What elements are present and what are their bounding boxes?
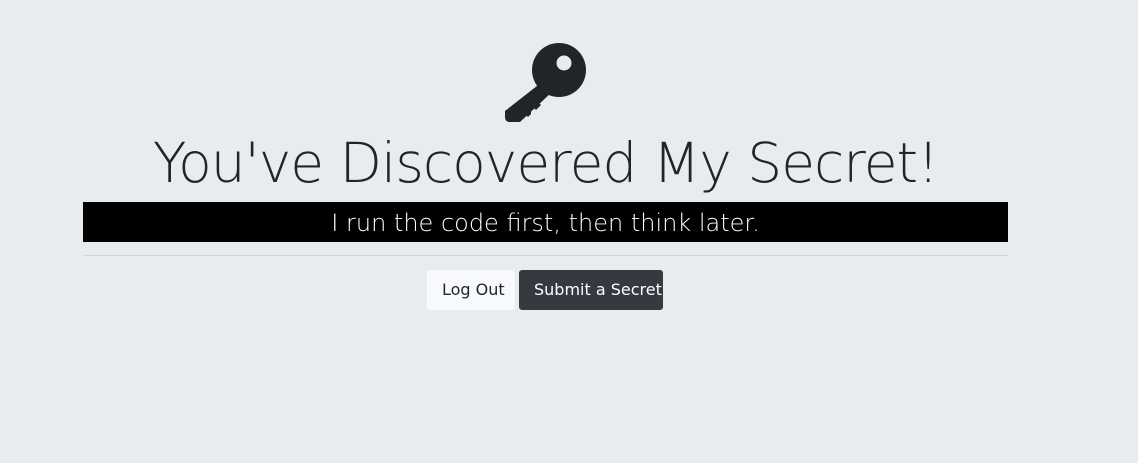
- key-icon: [505, 43, 586, 122]
- submit-secret-button[interactable]: Submit a Secret: [519, 270, 663, 310]
- divider: [83, 255, 1008, 256]
- logout-button[interactable]: Log Out: [427, 270, 515, 310]
- page-title: You've Discovered My Secret!: [152, 131, 939, 195]
- secret-text: I run the code first, then think later.: [83, 202, 1008, 242]
